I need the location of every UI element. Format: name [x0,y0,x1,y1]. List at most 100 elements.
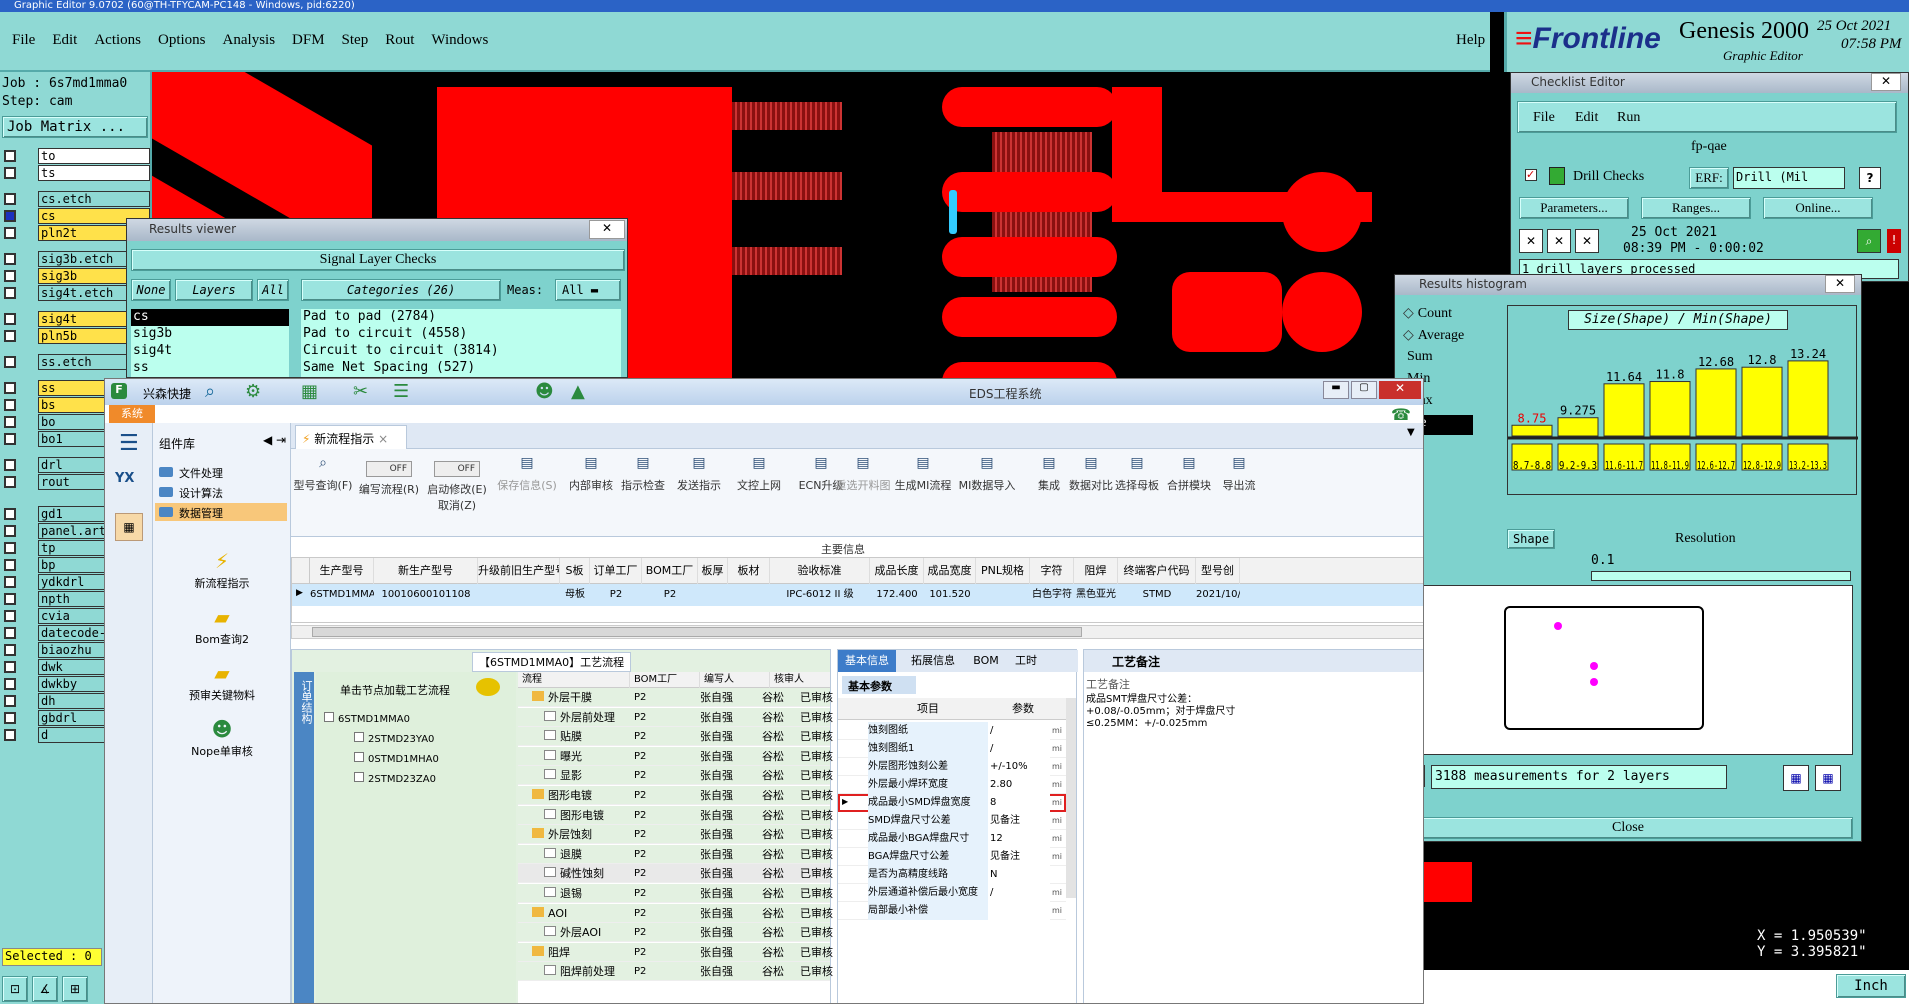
ribbon-button[interactable]: OFF 编写流程(R) [357,455,421,527]
layer-toggle[interactable] [4,167,16,179]
calculator-icon[interactable]: ▦ [115,513,143,541]
result-category-item[interactable]: Pad to circuit (4558) [301,326,621,343]
toggle-switch[interactable]: OFF [434,461,480,477]
ribbon-button[interactable]: ▤ 导出流 [1207,455,1271,527]
categories-button[interactable]: Categories (26) [301,279,501,301]
table-header-cell[interactable]: 板厚 [698,558,728,584]
flow-row[interactable]: 图形电镀 P2 张自强 谷松 已审核 [518,805,833,825]
component-item[interactable]: 文件处理 [155,463,287,481]
histogram-bar[interactable] [1603,383,1645,437]
flow-step[interactable]: 贴膜 [544,727,644,746]
table-cell[interactable] [728,584,770,606]
layer-toggle[interactable] [4,542,16,554]
result-layer-item[interactable]: cs [131,309,289,326]
menu-actions[interactable]: Actions [94,32,141,48]
flow-step[interactable]: 外层AOI [544,923,644,942]
flow-row[interactable]: 退膜 P2 张自强 谷松 已审核 [518,844,833,864]
histogram-option[interactable]: Sum [1403,349,1499,369]
layers-button[interactable]: Layers [175,279,253,301]
layer-toggle[interactable] [4,459,16,471]
eds-cut-icon[interactable]: ✂ [353,381,368,402]
flow-row[interactable]: 外层AOI P2 张自强 谷松 已审核 [518,923,833,943]
table-cell[interactable]: IPC-6012 II 级 [770,584,870,606]
params-header-value[interactable]: 参数 [988,698,1058,720]
table-header-cell[interactable]: 字符 [1030,558,1074,584]
tree-node[interactable]: 2STMD23YA0 [354,732,434,750]
table-header-cell[interactable]: 验收标准 [770,558,870,584]
table-header-cell[interactable]: 新生产型号 [374,558,478,584]
flow-step[interactable]: 阻焊前处理 [544,962,644,981]
param-value[interactable]: 12 [988,830,1050,848]
layer-toggle[interactable] [4,593,16,605]
layer-toggle[interactable] [4,712,16,724]
cancel-label[interactable]: 取消(Z) [425,497,489,513]
ribbon-button[interactable]: ▤ 重选开料图 [831,455,895,527]
histogram-bar[interactable] [1511,424,1553,437]
measure-icon[interactable]: ∡ [32,976,58,1002]
param-row[interactable]: 成品最小BGA焊盘尺寸 12 mi [838,830,1066,848]
checklist-close[interactable]: ✕ [1871,73,1901,91]
main-table-scrollbar[interactable] [291,625,1423,639]
flow-header-cell[interactable]: 编写人 [700,672,770,688]
flow-row[interactable]: 贴膜 P2 张自强 谷松 已审核 [518,727,833,747]
param-row[interactable]: 外层最小焊环宽度 2.80 mi [838,776,1066,794]
layer-toggle[interactable] [4,610,16,622]
table-cell[interactable] [478,584,560,606]
ribbon-button[interactable]: ▤ 生成MI流程 [891,455,955,527]
run-icon[interactable]: ✕ [1519,229,1543,253]
layer-toggle[interactable] [4,287,16,299]
info-tab[interactable]: 拓展信息 [900,650,966,672]
layer-toggle[interactable] [4,476,16,488]
layer-toggle[interactable] [4,270,16,282]
flow-row[interactable]: AOI P2 张自强 谷松 已审核 [518,903,833,923]
alert-icon[interactable]: ! [1887,229,1901,253]
online-button[interactable]: Online... [1763,197,1873,219]
param-row[interactable]: BGA焊盘尺寸公差 见备注 mi [838,848,1066,866]
result-layer-item[interactable]: sig4t [131,343,289,360]
table-header-cell[interactable]: 成品长度 [870,558,924,584]
table-cell[interactable] [976,584,1030,606]
flow-step[interactable]: 退膜 [544,845,644,864]
scroll-thumb[interactable] [312,627,1082,637]
histogram-close-button[interactable]: Close [1403,817,1853,839]
help-icon[interactable]: ? [1859,167,1881,189]
eds-list-icon[interactable]: ☰ [393,381,409,402]
checkbox-icon[interactable] [354,772,364,782]
table-cell[interactable]: 101.520 [924,584,976,606]
eds-settings-icon[interactable]: ⚙ [245,381,261,402]
drill-check-toggle[interactable]: ✓ [1525,169,1537,181]
grid-icon[interactable]: ⊞ [62,976,88,1002]
flow-row[interactable]: 显影 P2 张自强 谷松 已审核 [518,766,833,786]
table-header-cell[interactable]: 生产型号 [310,558,374,584]
remark-text[interactable]: 成品SMT焊盘尺寸公差：+0.08/-0.05mm；对于焊盘尺寸≤0.25MM：… [1086,694,1246,730]
layer-toggle[interactable] [4,416,16,428]
yx-icon[interactable]: YX [115,471,143,499]
layer-toggle[interactable] [4,559,16,571]
layer-toggle[interactable] [4,508,16,520]
ribbon-button[interactable]: ▤ 文控上网 [727,455,791,527]
menu-step[interactable]: Step [342,32,369,48]
table-header-cell[interactable]: 板材 [728,558,770,584]
chat-icon[interactable] [476,678,500,696]
help-menu[interactable]: Help [1456,32,1485,49]
layer-toggle[interactable] [4,678,16,690]
table-header-cell[interactable]: 订单工厂 [590,558,642,584]
table-header-cell[interactable]: 型号创 [1196,558,1240,584]
eds-close[interactable]: ✕ [1379,381,1421,399]
menu-windows[interactable]: Windows [431,32,488,48]
flow-row[interactable]: 阻焊前处理 P2 张自强 谷松 已审核 [518,962,833,982]
menu-file[interactable]: File [12,32,35,48]
eds-tab-system[interactable]: 系统 [109,405,155,423]
histogram-option[interactable]: ◇ Average [1403,327,1499,347]
results-category-list[interactable]: Pad to pad (2784) Pad to circuit (4558) Ci… [301,309,621,379]
layer-toggle[interactable] [4,729,16,741]
tree-node[interactable]: 6STMD1MMA0 [324,712,410,730]
flow-header-cell[interactable]: BOM工厂 [630,672,700,688]
layer-toggle[interactable] [4,210,16,222]
param-value[interactable]: N [988,866,1050,884]
checkbox-icon[interactable] [354,732,364,742]
param-value[interactable]: / [988,884,1050,902]
result-layer-item[interactable]: sig3b [131,326,289,343]
ribbon-button[interactable]: ▤ 发送指示 [667,455,731,527]
tool-item[interactable]: ▰ 预审关键物料 [153,661,291,715]
